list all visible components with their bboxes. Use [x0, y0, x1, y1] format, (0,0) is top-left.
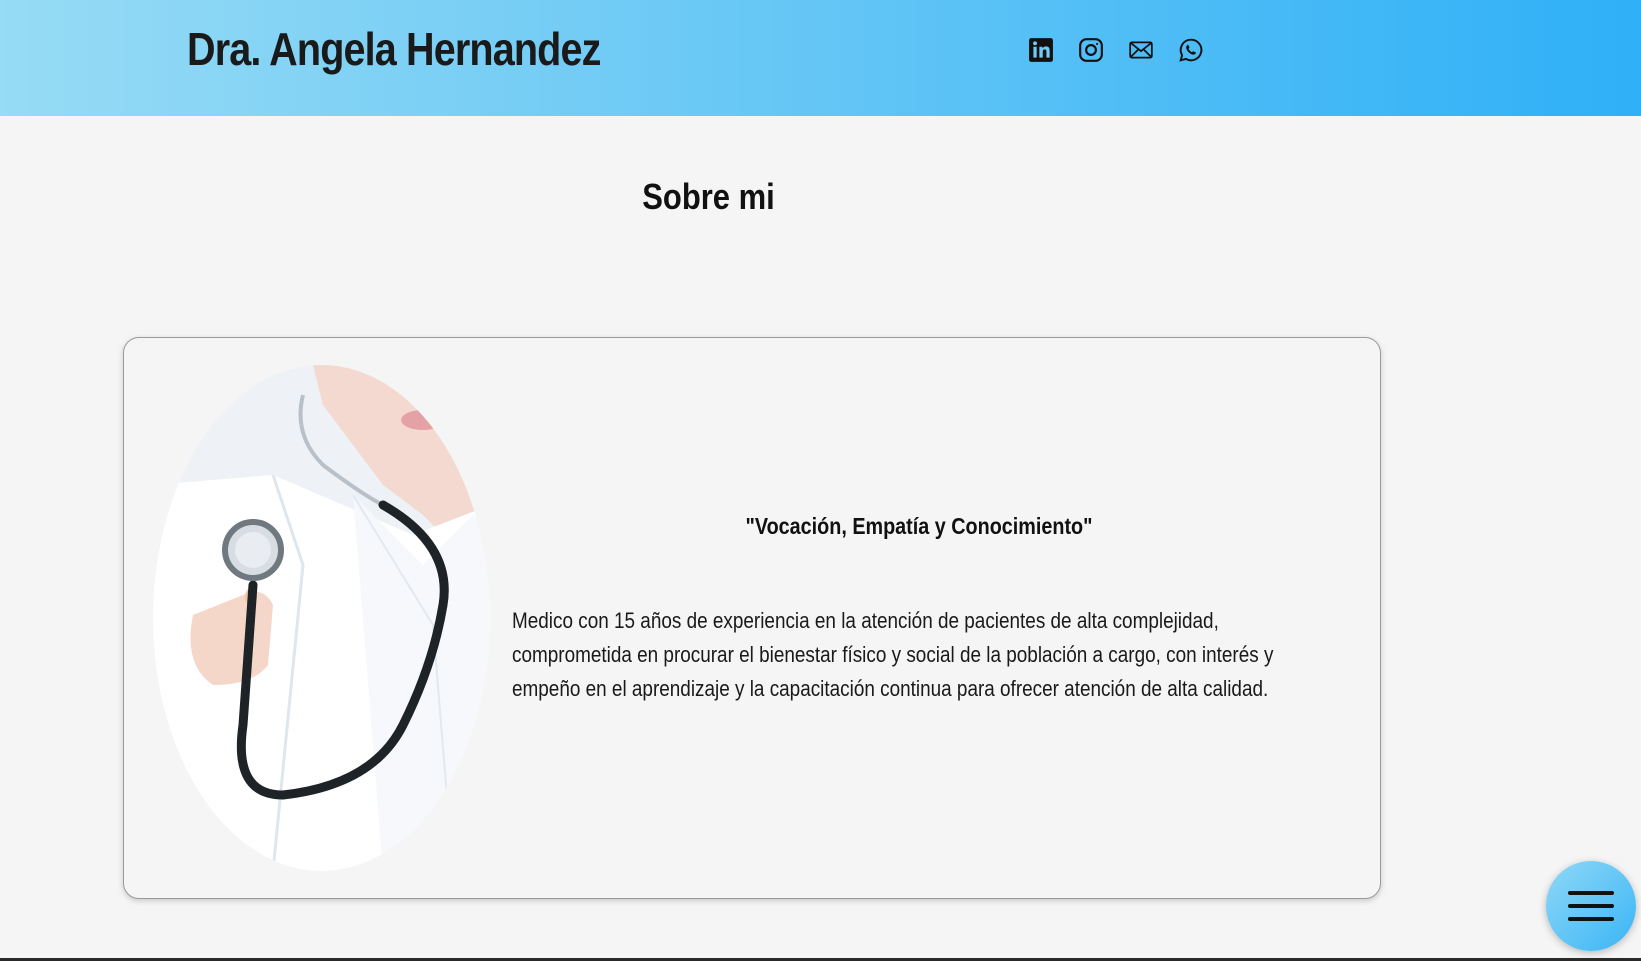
linkedin-icon — [1029, 38, 1053, 62]
social-links — [1028, 37, 1204, 63]
site-title[interactable]: Dra. Angela Hernandez — [187, 22, 601, 76]
whatsapp-icon — [1179, 38, 1203, 62]
mail-link[interactable] — [1128, 37, 1154, 63]
section-heading: Sobre mi — [642, 176, 775, 217]
mail-icon — [1129, 41, 1153, 59]
instagram-icon — [1079, 38, 1103, 62]
linkedin-link[interactable] — [1028, 37, 1054, 63]
hamburger-menu-button[interactable] — [1546, 861, 1636, 951]
whatsapp-link[interactable] — [1178, 37, 1204, 63]
motto-quote: "Vocación, Empatía y Conocimiento" — [745, 513, 1093, 539]
instagram-link[interactable] — [1078, 37, 1104, 63]
doctor-photo — [153, 365, 490, 871]
bio-text: Medico con 15 años de experiencia en la … — [512, 608, 1274, 701]
about-card: "Vocación, Empatía y Conocimiento" Medic… — [123, 337, 1381, 899]
site-header: Dra. Angela Hernandez — [0, 0, 1641, 116]
